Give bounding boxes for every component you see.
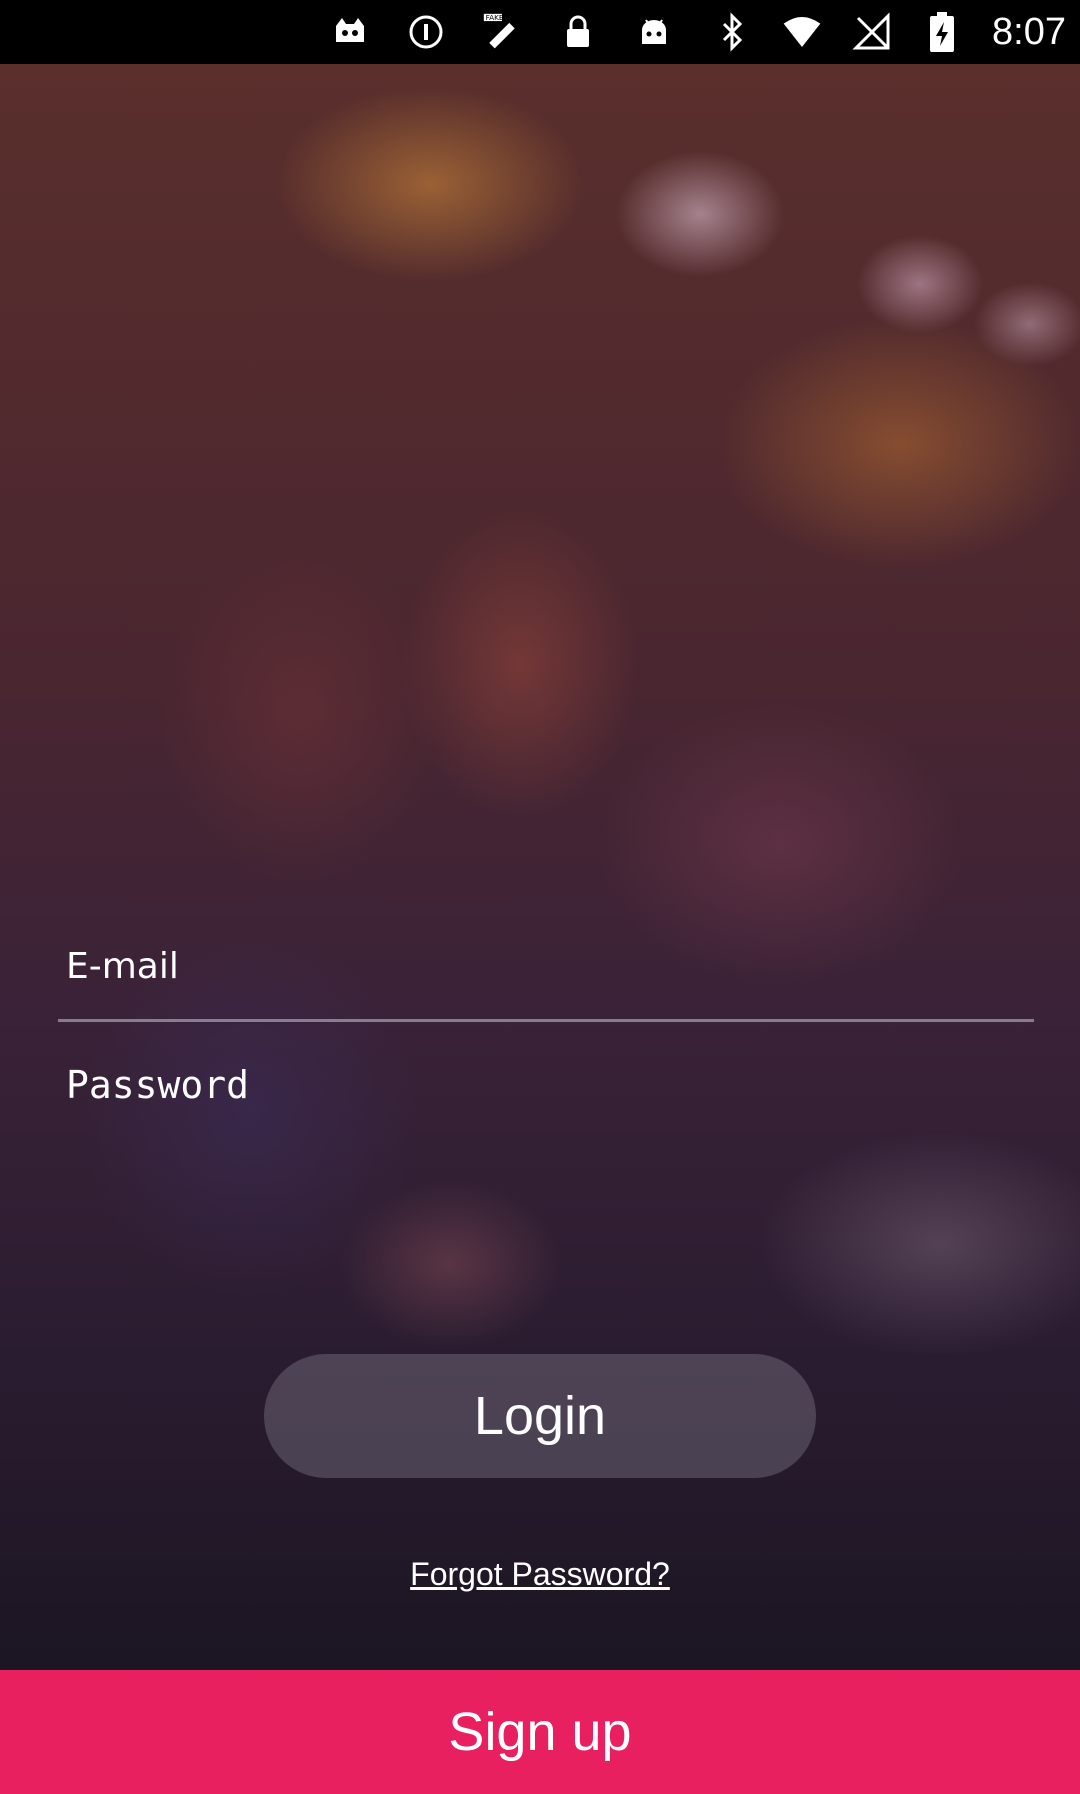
info-icon: [406, 12, 446, 52]
signup-button[interactable]: Sign up: [0, 1670, 1080, 1794]
email-placeholder: E-mail: [66, 946, 179, 987]
status-time: 8:07: [992, 10, 1066, 53]
background-image: [0, 64, 1080, 1794]
android-robot-icon: [634, 12, 674, 52]
battery-charging-icon: [922, 12, 962, 52]
bluetooth-icon: [712, 12, 752, 52]
signal-icon: [852, 12, 892, 52]
wifi-icon: [782, 12, 822, 52]
password-placeholder: Password: [66, 1063, 250, 1107]
login-button[interactable]: Login: [264, 1354, 816, 1478]
password-field[interactable]: Password: [48, 1063, 1034, 1149]
fake-gps-icon: FAKE: [482, 12, 522, 52]
email-underline: [58, 1019, 1034, 1022]
forgot-password-link[interactable]: Forgot Password?: [0, 1556, 1080, 1593]
lock-icon: [558, 12, 598, 52]
svg-text:FAKE: FAKE: [486, 13, 504, 22]
android-icon: [330, 12, 370, 52]
email-field[interactable]: E-mail: [48, 942, 1034, 1028]
status-bar: FAKE 8:07: [0, 0, 1080, 64]
